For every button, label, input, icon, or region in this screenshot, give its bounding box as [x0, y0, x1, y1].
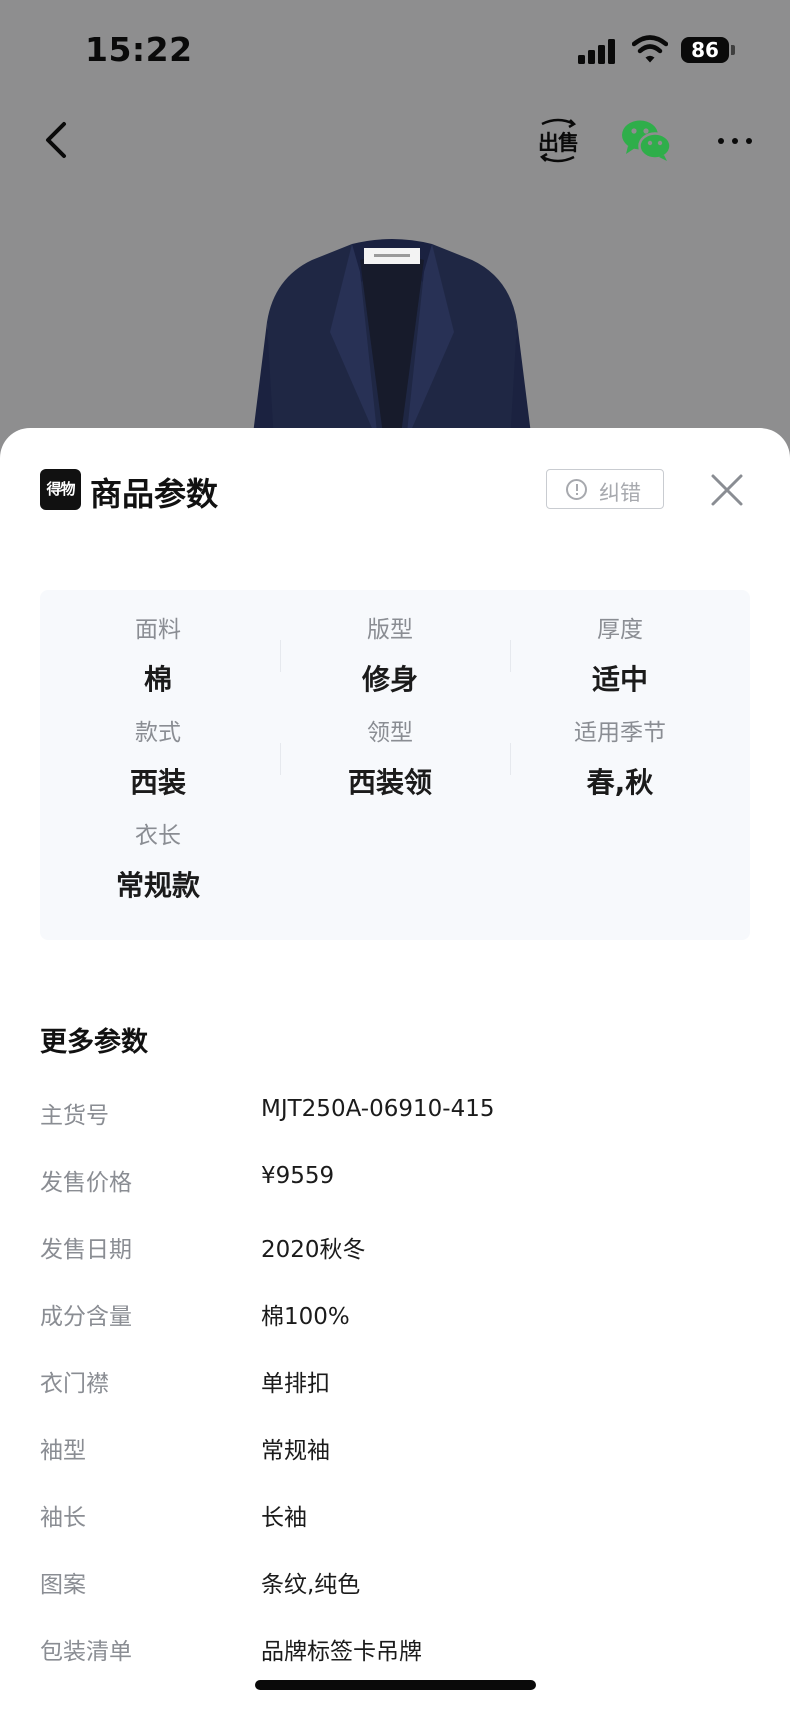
wifi-icon: [632, 35, 668, 63]
param-row: 袖长 长袖: [0, 1482, 790, 1549]
param-row-value: 棉100%: [261, 1304, 350, 1330]
battery-indicator: 86: [681, 37, 729, 63]
info-circle-icon: [566, 479, 587, 500]
param-item: 衣长 常规款: [43, 796, 273, 902]
param-row-value: 条纹,纯色: [261, 1572, 361, 1598]
sheet-title: 商品参数: [90, 475, 219, 513]
param-label: 厚度: [597, 617, 643, 643]
param-item: 版型 修身: [275, 590, 505, 696]
param-row: 衣门襟 单排扣: [0, 1348, 790, 1415]
wechat-icon[interactable]: [620, 118, 672, 162]
report-error-button[interactable]: 纠错: [546, 469, 664, 509]
grid-divider: [280, 640, 281, 672]
dewu-logo: 得物: [40, 469, 81, 510]
param-value: 修身: [361, 663, 418, 696]
param-label: 版型: [367, 617, 413, 643]
grid-divider: [510, 640, 511, 672]
status-time: 15:22: [85, 30, 193, 69]
chevron-left-icon[interactable]: [36, 116, 78, 164]
sell-label: 出售: [538, 131, 579, 155]
param-row-value: MJT250A-06910-415: [261, 1096, 495, 1122]
close-icon[interactable]: [709, 472, 745, 508]
home-indicator[interactable]: [255, 1680, 536, 1690]
param-label: 面料: [135, 617, 181, 643]
param-row-key: 衣门襟: [40, 1371, 109, 1397]
param-value: 西装: [129, 766, 186, 799]
sell-button[interactable]: 出售: [534, 114, 582, 166]
param-row-value: 常规袖: [261, 1438, 330, 1464]
param-row: 主货号 MJT250A-06910-415: [0, 1080, 790, 1147]
param-item: 适用季节 春,秋: [505, 693, 735, 799]
param-value: 春,秋: [586, 766, 654, 799]
battery-level: 86: [691, 38, 719, 62]
product-nav-bar: 出售: [0, 100, 790, 180]
param-row-key: 图案: [40, 1572, 86, 1598]
param-item: 厚度 适中: [505, 590, 735, 696]
grid-divider: [510, 743, 511, 775]
report-error-label: 纠错: [599, 481, 641, 505]
param-row-key: 发售价格: [40, 1170, 132, 1196]
product-image: [252, 239, 532, 442]
more-params-list: 主货号 MJT250A-06910-415 发售价格 ¥9559 发售日期 20…: [0, 1080, 790, 1683]
param-label: 衣长: [135, 823, 181, 849]
more-dots-icon[interactable]: [710, 118, 760, 162]
param-label: 领型: [367, 720, 413, 746]
product-params-sheet: 得物 商品参数 纠错 面料 棉 版型 修身 厚度 适中 款式 西装 领型 西装领…: [0, 428, 790, 1710]
param-row-key: 成分含量: [40, 1304, 132, 1330]
params-grid: 面料 棉 版型 修身 厚度 适中 款式 西装 领型 西装领 适用季节 春,秋 衣…: [40, 590, 750, 940]
param-value: 适中: [591, 663, 648, 696]
cellular-signal-icon: [578, 38, 618, 64]
status-bar: 15:22 86: [0, 0, 790, 100]
param-row-key: 发售日期: [40, 1237, 132, 1263]
param-value: 常规款: [115, 869, 200, 902]
param-row: 发售日期 2020秋冬: [0, 1214, 790, 1281]
grid-divider: [280, 743, 281, 775]
param-row-key: 袖长: [40, 1505, 86, 1531]
param-item: 领型 西装领: [275, 693, 505, 799]
param-row-key: 包装清单: [40, 1639, 132, 1665]
param-row-key: 袖型: [40, 1438, 86, 1464]
param-row: 图案 条纹,纯色: [0, 1549, 790, 1616]
param-label: 适用季节: [574, 720, 666, 746]
param-row-value: ¥9559: [261, 1163, 335, 1189]
dimmed-product-page: 15:22 86 出售: [0, 0, 790, 442]
param-row-key: 主货号: [40, 1103, 109, 1129]
battery-tip: [731, 45, 735, 55]
param-row: 发售价格 ¥9559: [0, 1147, 790, 1214]
more-params-title: 更多参数: [40, 1027, 148, 1058]
param-row: 包装清单 品牌标签卡吊牌: [0, 1616, 790, 1683]
sheet-header: 得物 商品参数 纠错: [0, 428, 790, 548]
param-row-value: 长袖: [261, 1505, 307, 1531]
param-item: 款式 西装: [43, 693, 273, 799]
param-row: 成分含量 棉100%: [0, 1281, 790, 1348]
param-row-value: 2020秋冬: [261, 1237, 366, 1263]
param-item: 面料 棉: [43, 590, 273, 696]
param-row-value: 单排扣: [261, 1371, 330, 1397]
param-value: 棉: [143, 663, 172, 696]
param-row-value: 品牌标签卡吊牌: [261, 1639, 422, 1665]
param-label: 款式: [135, 720, 181, 746]
param-row: 袖型 常规袖: [0, 1415, 790, 1482]
param-value: 西装领: [347, 766, 432, 799]
